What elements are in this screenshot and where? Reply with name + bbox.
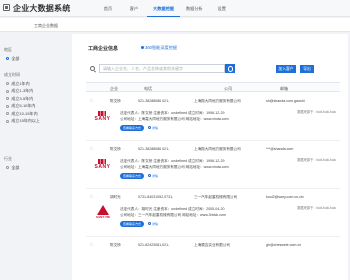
radio-icon[interactable] — [6, 112, 10, 116]
company-name[interactable]: 上海顺吉实业有限公司 — [194, 243, 230, 248]
radio-icon[interactable] — [6, 166, 10, 170]
filter-option[interactable]: 成立3-5年内 — [2, 95, 68, 103]
nav-customers[interactable]: 客户 — [121, 0, 147, 17]
detail-link[interactable]: 详情 — [148, 125, 158, 131]
company-card[interactable]: ☆ 陈文桥 021-38288086 021- 上海振大同地方服务有限公司 **… — [86, 142, 340, 189]
star-icon[interactable]: ☆ — [89, 99, 94, 104]
panel-title: 工商企业信息 — [88, 46, 119, 52]
company-logo: SANY — [92, 111, 113, 125]
star-icon[interactable]: ☆ — [89, 243, 94, 248]
filter-sidebar: 地区 全部 成立时间 成立1年内 成立1-3年内 成立3-5年内 成立5-10年… — [0, 34, 70, 280]
phone: 021-62423081,021- — [138, 243, 170, 247]
company-card[interactable]: ☆ 陈文桥 021-62423081,021- 上海顺吉实业有限公司 gh@ch… — [86, 238, 340, 278]
address-info: 公司地址：上海嘉大同地方服务有限公司 网站地址：www.xinda.com — [120, 165, 229, 169]
radio-icon[interactable] — [6, 119, 10, 123]
contact-person: 陈文桥 — [110, 147, 121, 151]
table-header: 企业 电话 公司 邮箱 — [86, 82, 340, 92]
filter-title: 行业 — [4, 156, 12, 161]
deep-mining-link[interactable]: 360智能深度挖掘 — [141, 45, 177, 51]
top-header: 企业大数据系统 首页 客户 大数据挖掘 数据分析 设置 — [0, 0, 350, 17]
main-panel: 工商企业信息 360智能深度挖掘 加入客户 导出 企业 电话 公司 邮箱 ☆ 陈… — [72, 34, 348, 280]
address-info: 公司地址：上海嘉大同地方服务有限公司 网站地址：www.xinda.com — [120, 117, 229, 121]
company-card[interactable]: ☆ 胡时光 0731-84031052,0731- 三一汽车起重机械有限公司 k… — [86, 190, 340, 237]
email: kool2@sany.com.cn,ctv — [266, 195, 304, 199]
filter-option[interactable]: 全部 — [2, 164, 68, 172]
legal-info: 法定代表人：陈文桥 注册资本：undefined 成立时间：1998-12-29 — [120, 111, 225, 115]
add-customer-button[interactable]: 加入客户 — [276, 65, 296, 73]
export-button[interactable]: 导出 — [300, 65, 314, 73]
star-icon[interactable]: ☆ — [89, 147, 94, 152]
view-contact-button[interactable]: 查看联系方式 — [120, 125, 145, 131]
main-nav: 首页 客户 大数据挖掘 数据分析 设置 — [95, 0, 235, 17]
filter-group-region: 地区 全部 — [2, 46, 68, 63]
filter-group-established: 成立时间 成立1年内 成立1-3年内 成立3-5年内 成立5-10年内 成立10… — [2, 71, 68, 125]
filter-option[interactable]: 成立15年内以上 — [2, 118, 68, 126]
company-logo: SANY-TRI — [95, 205, 111, 219]
info-icon — [148, 222, 151, 225]
breadcrumb-bar: 工商企业数据 — [0, 18, 350, 32]
detail-link[interactable]: 详情 — [148, 221, 158, 227]
phone: 021-38288086 021- — [138, 99, 170, 103]
filter-option[interactable]: 成立5-10年内 — [2, 103, 68, 111]
email: gh@cheswele.com.cn — [266, 243, 302, 247]
radio-icon[interactable] — [6, 89, 10, 93]
company-card[interactable]: ☆ 陈文桥 021-38288086 021- 上海振大同地方服务有限公司 sh… — [86, 94, 340, 141]
app-title: 企业大数据系统 — [13, 4, 71, 13]
email: sh@shanda.com.gaoshi — [266, 99, 305, 103]
address-info: 公司地址：三一汽车起重机械有限公司 网站地址：www.3rbick.com — [120, 213, 227, 217]
app-logo-icon — [3, 4, 10, 11]
nav-big-data[interactable]: 大数据挖掘 — [147, 0, 180, 17]
filter-option[interactable]: 成立10-15年内 — [2, 110, 68, 118]
company-name[interactable]: 上海振大同地方服务有限公司 — [194, 99, 241, 104]
column-header: 邮箱 — [280, 86, 288, 91]
filter-group-industry: 行业 全部 — [2, 155, 68, 172]
view-contact-button[interactable]: 查看联系方式 — [120, 221, 145, 227]
company-logo: SANY — [92, 159, 113, 173]
info-icon — [148, 126, 151, 129]
phone: 0731-84031052,0731- — [138, 195, 174, 199]
nav-home[interactable]: 首页 — [95, 0, 121, 17]
filter-title: 成立时间 — [4, 72, 20, 77]
email: ***@shanda.com — [266, 147, 294, 151]
contact-person: 陈文桥 — [110, 243, 121, 247]
search-input[interactable] — [99, 64, 225, 73]
contact-person: 胡时光 — [110, 195, 121, 199]
filter-option[interactable]: 全部 — [2, 55, 68, 63]
detail-link[interactable]: 详情 — [148, 173, 158, 179]
data-source: 数据来源于：fuck-fuck-fuck — [297, 158, 336, 162]
column-header: 电话 — [144, 86, 152, 91]
search-button[interactable] — [225, 64, 235, 73]
data-source: 数据来源于：fuck-fuck-fuck — [297, 110, 336, 114]
legal-info: 法定代表人：胡时光 注册资本：undefined 成立时间：2005-04-20 — [120, 207, 225, 211]
company-name[interactable]: 三一汽车起重机械有限公司 — [194, 195, 237, 200]
filter-title: 地区 — [4, 47, 12, 52]
radio-icon[interactable] — [6, 104, 10, 108]
data-source: 数据来源于：fuck-fuck-fuck — [297, 206, 336, 210]
radio-checked-icon[interactable] — [6, 57, 10, 61]
column-header: 企业 — [110, 86, 118, 91]
view-contact-button[interactable]: 查看联系方式 — [120, 173, 145, 179]
filter-option[interactable]: 成立1-3年内 — [2, 88, 68, 96]
column-header: 公司 — [224, 86, 232, 91]
ai-icon — [141, 46, 144, 49]
sany-triangle-logo-icon — [97, 205, 109, 215]
nav-settings[interactable]: 设置 — [209, 0, 235, 17]
star-icon[interactable]: ☆ — [89, 195, 94, 200]
search-icon — [90, 66, 95, 71]
filter-option[interactable]: 成立1年内 — [2, 80, 68, 88]
contact-person: 陈文桥 — [110, 99, 121, 103]
nav-analysis[interactable]: 数据分析 — [180, 0, 209, 17]
radio-icon[interactable] — [6, 97, 10, 101]
phone: 021-38288086 021- — [138, 147, 170, 151]
company-name[interactable]: 上海振大同地方服务有限公司 — [194, 147, 241, 152]
info-icon — [148, 174, 151, 177]
breadcrumb[interactable]: 工商企业数据 — [34, 23, 58, 29]
legal-info: 法定代表人：陈文桥 注册资本：undefined 成立时间：1998-12-29 — [120, 159, 225, 163]
radio-icon[interactable] — [6, 82, 10, 86]
